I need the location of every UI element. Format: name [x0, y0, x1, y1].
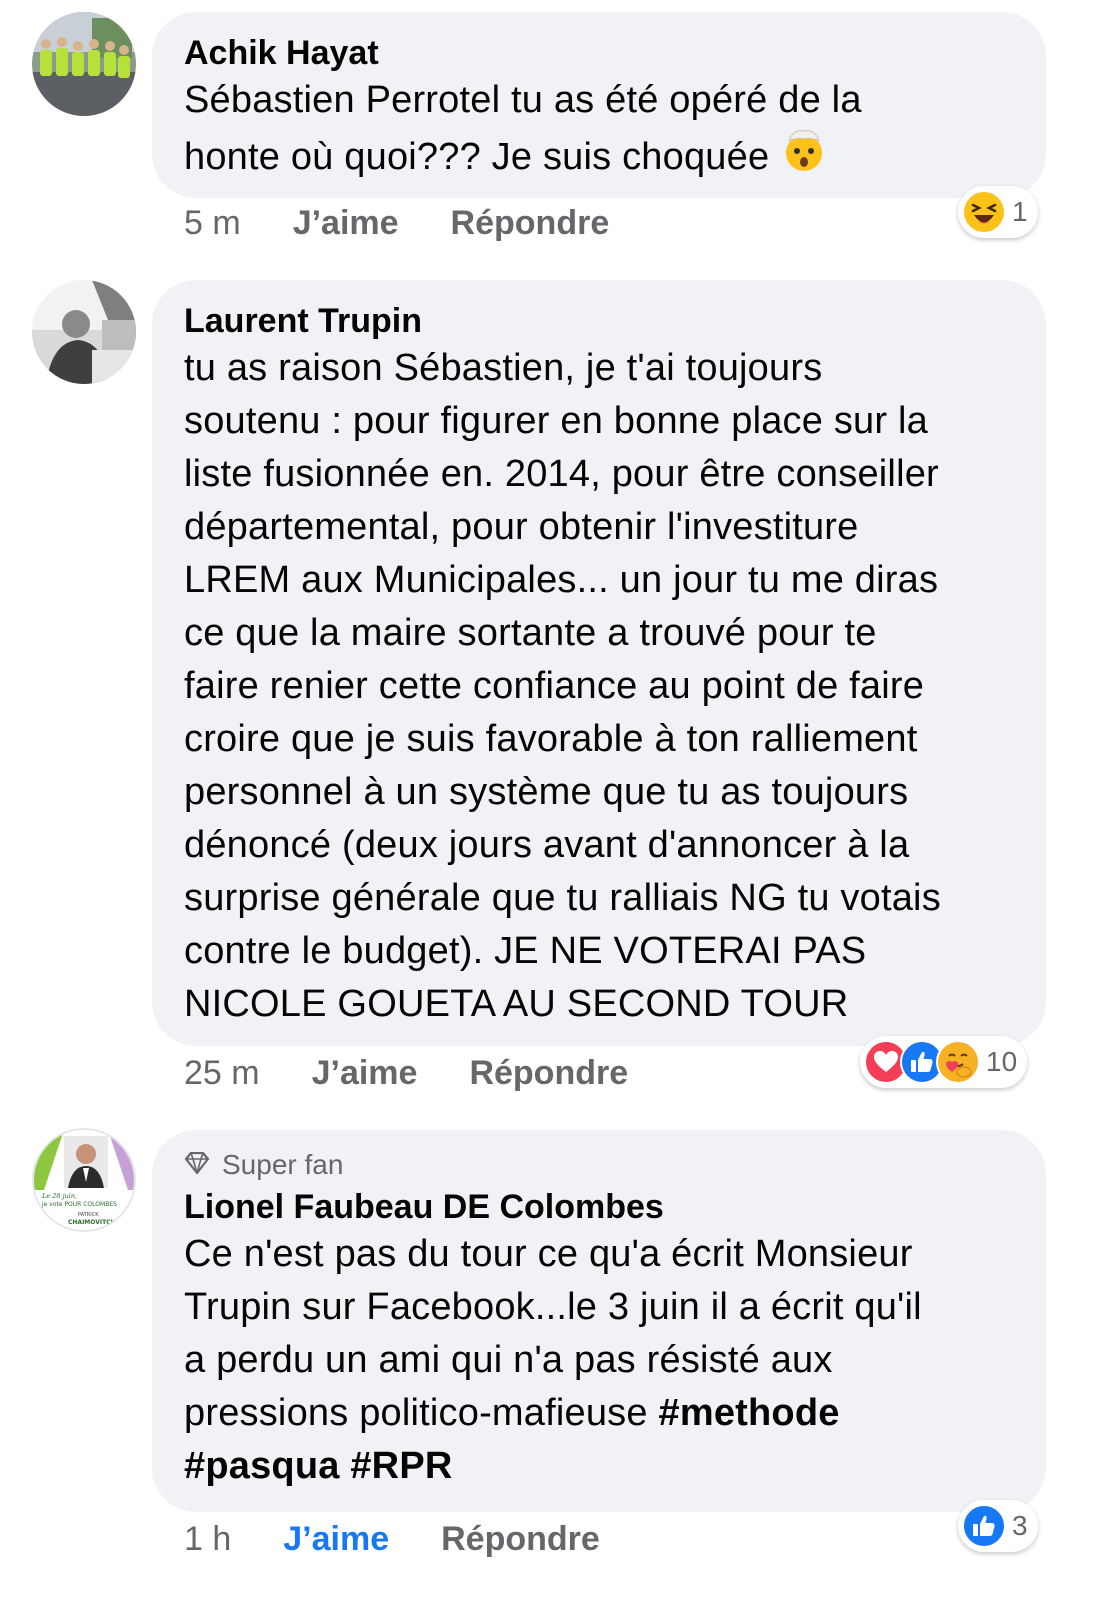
- comment-line: soutenu : pour figurer en bonne place su…: [184, 400, 928, 442]
- comment-timestamp[interactable]: 1 h: [184, 1520, 231, 1559]
- reply-button[interactable]: Répondre: [441, 1520, 600, 1559]
- diamond-icon: [184, 1148, 210, 1182]
- hashtag-line: #pasqua #RPR: [184, 1440, 1016, 1493]
- laughing-emoji-icon: [962, 190, 1006, 234]
- reply-button[interactable]: Répondre: [469, 1054, 628, 1093]
- exploding-head-emoji-icon: [781, 127, 827, 188]
- comment-line: croire que je suis favorable à ton ralli…: [184, 718, 918, 760]
- reactions-summary[interactable]: 3: [958, 1500, 1038, 1552]
- comment-actions: 5 m J’aime Répondre: [184, 204, 609, 243]
- comment-line: dénoncé (deux jours avant d'annoncer à l…: [184, 824, 910, 866]
- reaction-count: 3: [1012, 1510, 1028, 1541]
- comment-line: honte où quoi??? Je suis choquée: [184, 136, 770, 178]
- comment-line: contre le budget). JE NE VOTERAI PAS: [184, 930, 867, 972]
- comment-line: faire renier cette confiance au point de…: [184, 665, 925, 707]
- hashtag-link[interactable]: #methode: [659, 1392, 840, 1434]
- comment-line-with-emoji: honte où quoi??? Je suis choquée: [184, 127, 1016, 188]
- comment-author[interactable]: Laurent Trupin: [184, 300, 1016, 342]
- comment-line: Trupin sur Facebook...le 3 juin il a écr…: [184, 1286, 922, 1328]
- comment-bubble: Achik Hayat Sébastien Perrotel tu as été…: [152, 12, 1046, 198]
- comment-line: surprise générale que tu ralliais NG tu …: [184, 877, 941, 919]
- comment-line: Sébastien Perrotel tu as été opéré de la: [184, 79, 862, 121]
- reactions-summary[interactable]: 10: [860, 1036, 1028, 1088]
- reaction-count: 10: [986, 1046, 1018, 1077]
- comment-line: ce que la maire sortante a trouvé pour t…: [184, 612, 877, 654]
- like-thumb-icon: [962, 1504, 1006, 1548]
- comment-line: pressions politico-mafieuse: [184, 1392, 648, 1434]
- comment-line: a perdu un ami qui n'a pas résisté aux: [184, 1339, 833, 1381]
- comment-timestamp[interactable]: 25 m: [184, 1054, 260, 1093]
- avatar[interactable]: [32, 280, 136, 384]
- like-button[interactable]: J’aime: [283, 1520, 389, 1559]
- avatar-line-3: PATRICK: [78, 1212, 99, 1218]
- comment-line: départemental, pour obtenir l'investitur…: [184, 506, 859, 548]
- comment-actions: 25 m J’aime Répondre: [184, 1054, 628, 1093]
- comment-line: LREM aux Municipales... un jour tu me di…: [184, 559, 939, 601]
- like-button[interactable]: J’aime: [293, 204, 399, 243]
- comment-actions: 1 h J’aime Répondre: [184, 1520, 600, 1559]
- comment-line-with-hashtag: pressions politico-mafieuse #methode: [184, 1387, 1016, 1440]
- comment-line: Ce n'est pas du tour ce qu'a écrit Monsi…: [184, 1233, 913, 1275]
- comment-text: Sébastien Perrotel tu as été opéré de la…: [184, 74, 1016, 188]
- comment-bubble: Laurent Trupin tu as raison Sébastien, j…: [152, 280, 1046, 1046]
- reply-button[interactable]: Répondre: [451, 204, 610, 243]
- avatar-photo-icon: Le 28 juin, je vote POUR COLOMBES PATRIC…: [34, 1130, 134, 1230]
- avatar-photo-icon: [32, 12, 136, 116]
- avatar[interactable]: [32, 12, 136, 116]
- hashtag-link[interactable]: #pasqua: [184, 1445, 340, 1487]
- comment-text: Ce n'est pas du tour ce qu'a écrit Monsi…: [184, 1228, 1016, 1493]
- comment-line: NICOLE GOUETA AU SECOND TOUR: [184, 983, 849, 1025]
- care-hug-icon: [936, 1040, 980, 1084]
- like-button[interactable]: J’aime: [312, 1054, 418, 1093]
- avatar-line-1: Le 28 juin,: [41, 1192, 77, 1200]
- avatar-photo-icon: [32, 280, 136, 384]
- comment-line: tu as raison Sébastien, je t'ai toujours: [184, 347, 823, 389]
- reactions-summary[interactable]: 1: [958, 186, 1038, 238]
- comment-line: liste fusionnée en. 2014, pour être cons…: [184, 453, 939, 495]
- avatar-line-2: je vote POUR COLOMBES: [41, 1201, 117, 1208]
- avatar-line-4: CHAIMOVITCH: [68, 1219, 116, 1226]
- comment-author[interactable]: Achik Hayat: [184, 32, 1016, 74]
- avatar[interactable]: Le 28 juin, je vote POUR COLOMBES PATRIC…: [32, 1128, 136, 1232]
- comment-timestamp[interactable]: 5 m: [184, 204, 241, 243]
- reaction-count: 1: [1012, 196, 1028, 227]
- comment-bubble: Super fan Lionel Faubeau DE Colombes Ce …: [152, 1130, 1046, 1512]
- comment-line: personnel à un système que tu as toujour…: [184, 771, 909, 813]
- hashtag-link[interactable]: #RPR: [350, 1445, 452, 1487]
- super-fan-label: Super fan: [222, 1149, 344, 1180]
- super-fan-badge: Super fan: [184, 1148, 1016, 1182]
- comment-text: tu as raison Sébastien, je t'ai toujours…: [184, 342, 1016, 1031]
- comment-author[interactable]: Lionel Faubeau DE Colombes: [184, 1186, 1016, 1228]
